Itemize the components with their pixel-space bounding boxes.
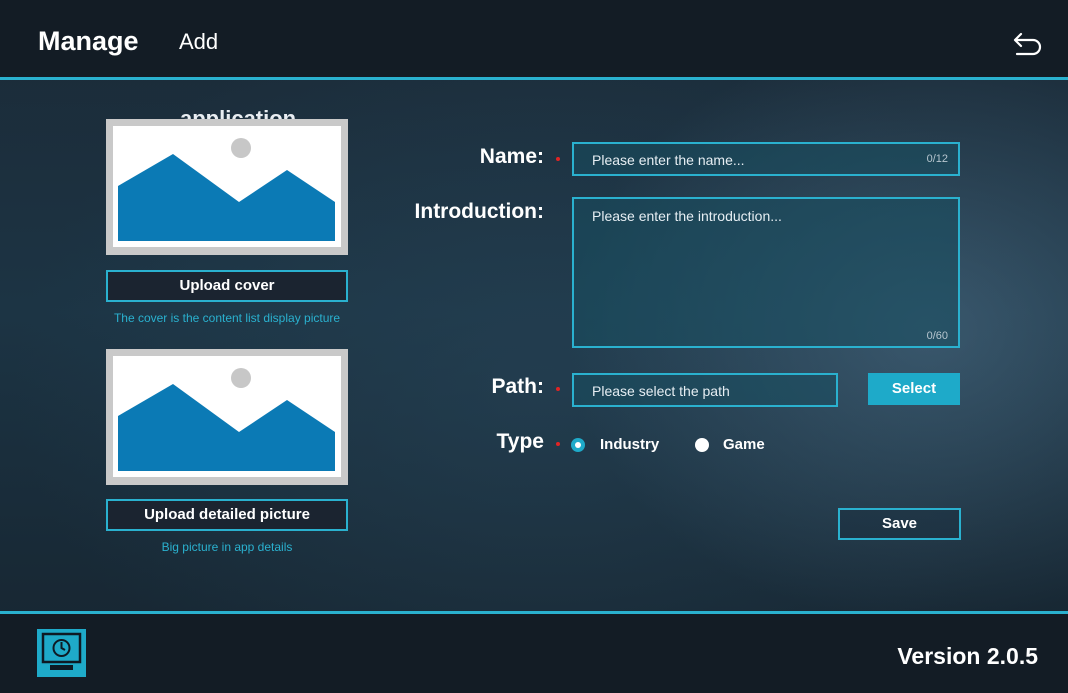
detail-hint: Big picture in app details <box>161 540 293 554</box>
radio-unselected-icon[interactable] <box>695 438 709 452</box>
path-label: Path: <box>491 375 545 398</box>
name-input[interactable]: Please enter the name... 0/12 <box>572 142 960 176</box>
required-marker <box>556 387 560 391</box>
upload-detail-button[interactable]: Upload detailed picture <box>106 499 348 531</box>
undo-arrow-icon <box>1013 32 1042 56</box>
required-marker <box>556 442 560 446</box>
type-label: Type <box>496 430 544 453</box>
path-input[interactable]: Please select the path <box>572 373 838 407</box>
section-heading: application <box>180 106 297 120</box>
monitor-icon <box>37 629 86 677</box>
detail-image-placeholder[interactable] <box>106 349 348 485</box>
name-counter: 0/12 <box>926 153 948 165</box>
top-bar: Manage Add <box>0 0 1068 80</box>
page-title: Manage <box>38 26 139 56</box>
required-marker <box>556 157 560 161</box>
page-subtitle: Add <box>179 29 219 54</box>
introduction-textarea[interactable]: Please enter the introduction... 0/60 <box>572 197 960 348</box>
game-label[interactable]: Game <box>723 436 765 453</box>
bottom-bar: Version 2.0.5 <box>0 611 1068 693</box>
name-label: Name: <box>479 145 544 168</box>
monitor-button[interactable] <box>36 628 87 678</box>
image-placeholder-icon <box>118 138 335 241</box>
introduction-label: Introduction: <box>414 200 544 223</box>
path-placeholder: Please select the path <box>592 383 730 399</box>
select-path-button[interactable]: Select <box>868 373 960 405</box>
name-placeholder: Please enter the name... <box>592 152 745 168</box>
upload-cover-button[interactable]: Upload cover <box>106 270 348 302</box>
save-button[interactable]: Save <box>838 508 961 540</box>
radio-selected-icon[interactable] <box>571 438 585 452</box>
image-placeholder-icon <box>118 368 335 471</box>
version-label: Version 2.0.5 <box>897 643 1038 669</box>
cover-hint: The cover is the content list display pi… <box>113 311 341 325</box>
back-button[interactable] <box>1010 30 1044 56</box>
introduction-placeholder: Please enter the introduction... <box>592 208 782 224</box>
introduction-counter: 0/60 <box>926 330 948 342</box>
cover-image-placeholder[interactable] <box>106 119 348 255</box>
industry-label[interactable]: Industry <box>600 436 659 453</box>
